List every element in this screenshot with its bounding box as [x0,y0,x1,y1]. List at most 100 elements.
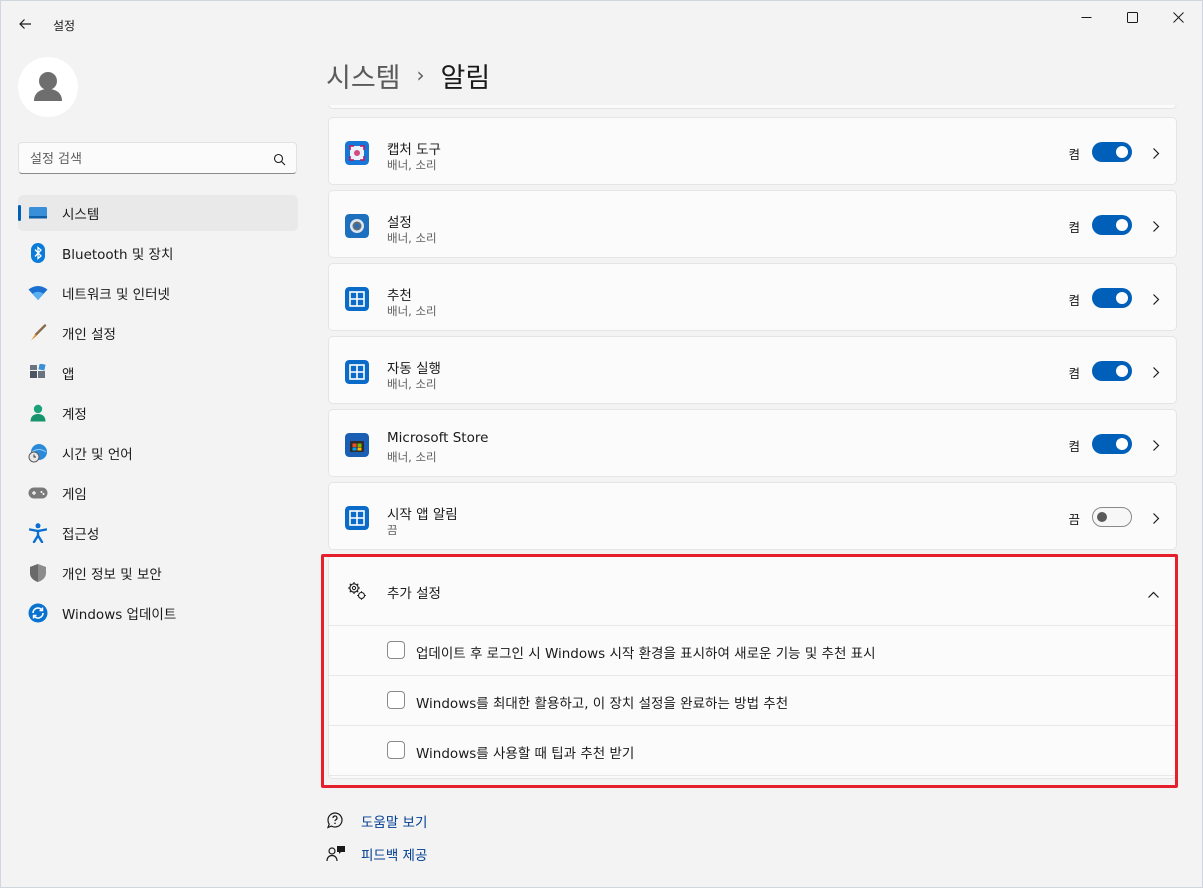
back-button[interactable] [11,11,39,37]
sidebar-item-label: 개인 설정 [62,327,116,343]
app-name: 시작 앱 알림 [387,507,458,523]
sidebar-item-label: 시간 및 언어 [62,447,133,463]
help-icon [326,811,346,831]
app-notification-types: 배너, 소리 [387,231,437,245]
notifications-list: 캡처 도구 배너, 소리 켬 설정 배너, 소리 켬 추천 배너, 소리 켬 자… [328,105,1178,789]
option-row[interactable]: Windows를 최대한 활용하고, 이 장치 설정을 완료하는 방법 추천 [329,675,1176,725]
maximize-icon [1126,11,1138,23]
chevron-right-icon[interactable] [1152,291,1160,310]
give-feedback-link[interactable]: 피드백 제공 [326,843,427,865]
app-name: 추천 [387,288,412,304]
title-bar: 설정 [1,1,1202,47]
chevron-right-icon[interactable] [1152,437,1160,456]
sidebar-item-bluetooth[interactable]: Bluetooth 및 장치 [18,235,298,271]
option-row[interactable]: 업데이트 후 로그인 시 Windows 시작 환경을 표시하여 새로운 기능 … [329,625,1176,675]
app-notification-toggle[interactable] [1092,142,1132,162]
sidebar-item-label: Windows 업데이트 [62,607,177,623]
minimize-button[interactable] [1063,1,1109,33]
search-box[interactable] [18,142,297,174]
app-name: Microsoft Store [387,430,489,446]
option-row[interactable]: Windows를 사용할 때 팁과 추천 받기 [329,725,1176,775]
option-label[interactable]: 업데이트 후 로그인 시 Windows 시작 환경을 표시하여 새로운 기능 … [416,642,876,662]
sidebar-item-apps[interactable]: 앱 [18,355,298,391]
app-name: 자동 실행 [387,361,441,377]
gamepad-icon [28,483,48,503]
sidebar-item-network[interactable]: 네트워크 및 인터넷 [18,275,298,311]
app-notification-types: 배너, 소리 [387,158,437,172]
app-notification-toggle[interactable] [1092,361,1132,381]
toggle-state-label: 켬 [1068,366,1080,381]
chevron-right-icon[interactable] [1152,218,1160,237]
settings-gear-icon [345,214,369,238]
app-notification-card[interactable]: 자동 실행 배너, 소리 켬 [328,336,1177,404]
sidebar-item-label: 시스템 [62,207,100,223]
chevron-right-icon[interactable] [1152,510,1160,529]
app-name: 캡처 도구 [387,142,441,158]
sidebar-item-label: 접근성 [62,527,100,543]
additional-settings-header[interactable]: 추가 설정 [329,556,1176,624]
sidebar-item-system[interactable]: 시스템 [18,195,298,231]
sidebar-item-label: 계정 [62,407,87,423]
globe-clock-icon [28,443,48,463]
sidebar-item-label: Bluetooth 및 장치 [62,247,174,263]
additional-settings-expander: 추가 설정 업데이트 후 로그인 시 Windows 시작 환경을 표시하여 새… [328,555,1177,779]
app-notification-toggle[interactable] [1092,288,1132,308]
option-label[interactable]: Windows를 최대한 활용하고, 이 장치 설정을 완료하는 방법 추천 [416,692,788,712]
app-notification-card[interactable]: 시작 앱 알림 끔 끔 [328,482,1177,550]
option-checkbox[interactable] [387,691,405,709]
sidebar-item-label: 게임 [62,487,87,503]
app-notification-card[interactable]: 추천 배너, 소리 켬 [328,263,1177,331]
toggle-knob [1116,219,1128,231]
sidebar-item-personalization[interactable]: 개인 설정 [18,315,298,351]
settings-window: 설정 시스템 [0,0,1203,888]
sidebar-nav: 시스템 Bluetooth 및 장치 네트워크 및 인터넷 개인 설정 앱 계정… [18,195,298,635]
windows-app-icon [345,287,369,311]
get-help-link[interactable]: 도움말 보기 [326,810,427,832]
app-notification-card[interactable]: Microsoft Store 배너, 소리 켬 [328,409,1177,477]
sidebar-item-privacy-security[interactable]: 개인 정보 및 보안 [18,555,298,591]
sidebar-item-accessibility[interactable]: 접근성 [18,515,298,551]
breadcrumb-separator: › [416,63,425,87]
option-checkbox[interactable] [387,641,405,659]
toggle-state-label: 켬 [1068,439,1080,454]
chevron-right-icon[interactable] [1152,364,1160,383]
shield-icon [28,563,48,583]
app-notification-toggle[interactable] [1092,215,1132,235]
chevron-right-icon[interactable] [1152,145,1160,164]
get-help-label[interactable]: 도움말 보기 [361,811,427,831]
back-arrow-icon [19,19,31,29]
app-notification-toggle[interactable] [1092,434,1132,454]
avatar[interactable] [18,57,78,117]
sidebar-item-time-language[interactable]: 시간 및 언어 [18,435,298,471]
breadcrumb: 시스템 › 알림 [326,53,490,97]
bluetooth-icon [28,243,48,263]
sidebar-item-gaming[interactable]: 게임 [18,475,298,511]
option-checkbox[interactable] [387,741,405,759]
store-icon [345,433,369,457]
app-notification-types: 배너, 소리 [387,377,437,391]
search-input[interactable] [28,148,262,170]
sidebar-item-accounts[interactable]: 계정 [18,395,298,431]
app-notification-card[interactable]: 설정 배너, 소리 켬 [328,190,1177,258]
sidebar-item-windows-update[interactable]: Windows 업데이트 [18,595,298,631]
breadcrumb-parent[interactable]: 시스템 [326,56,401,95]
toggle-state-label: 켬 [1068,220,1080,235]
app-notification-types: 배너, 소리 [387,450,437,464]
app-title: 설정 [53,19,76,33]
search-icon[interactable] [273,151,286,170]
toggle-state-label: 켬 [1068,293,1080,308]
toggle-state-label: 끔 [1068,512,1080,527]
toggle-knob [1116,365,1128,377]
app-notification-types: 배너, 소리 [387,304,437,318]
toggle-state-label: 켬 [1068,147,1080,162]
close-button[interactable] [1155,1,1201,33]
option-label[interactable]: Windows를 사용할 때 팁과 추천 받기 [416,742,634,762]
maximize-button[interactable] [1109,1,1155,33]
app-notification-toggle[interactable] [1092,507,1132,527]
chevron-up-icon[interactable] [1147,584,1160,603]
app-name: 설정 [387,215,412,231]
sidebar-item-label: 앱 [62,367,75,383]
app-notification-card[interactable]: 캡처 도구 배너, 소리 켬 [328,117,1177,185]
snipping-tool-icon [345,141,369,165]
give-feedback-label[interactable]: 피드백 제공 [361,844,427,864]
